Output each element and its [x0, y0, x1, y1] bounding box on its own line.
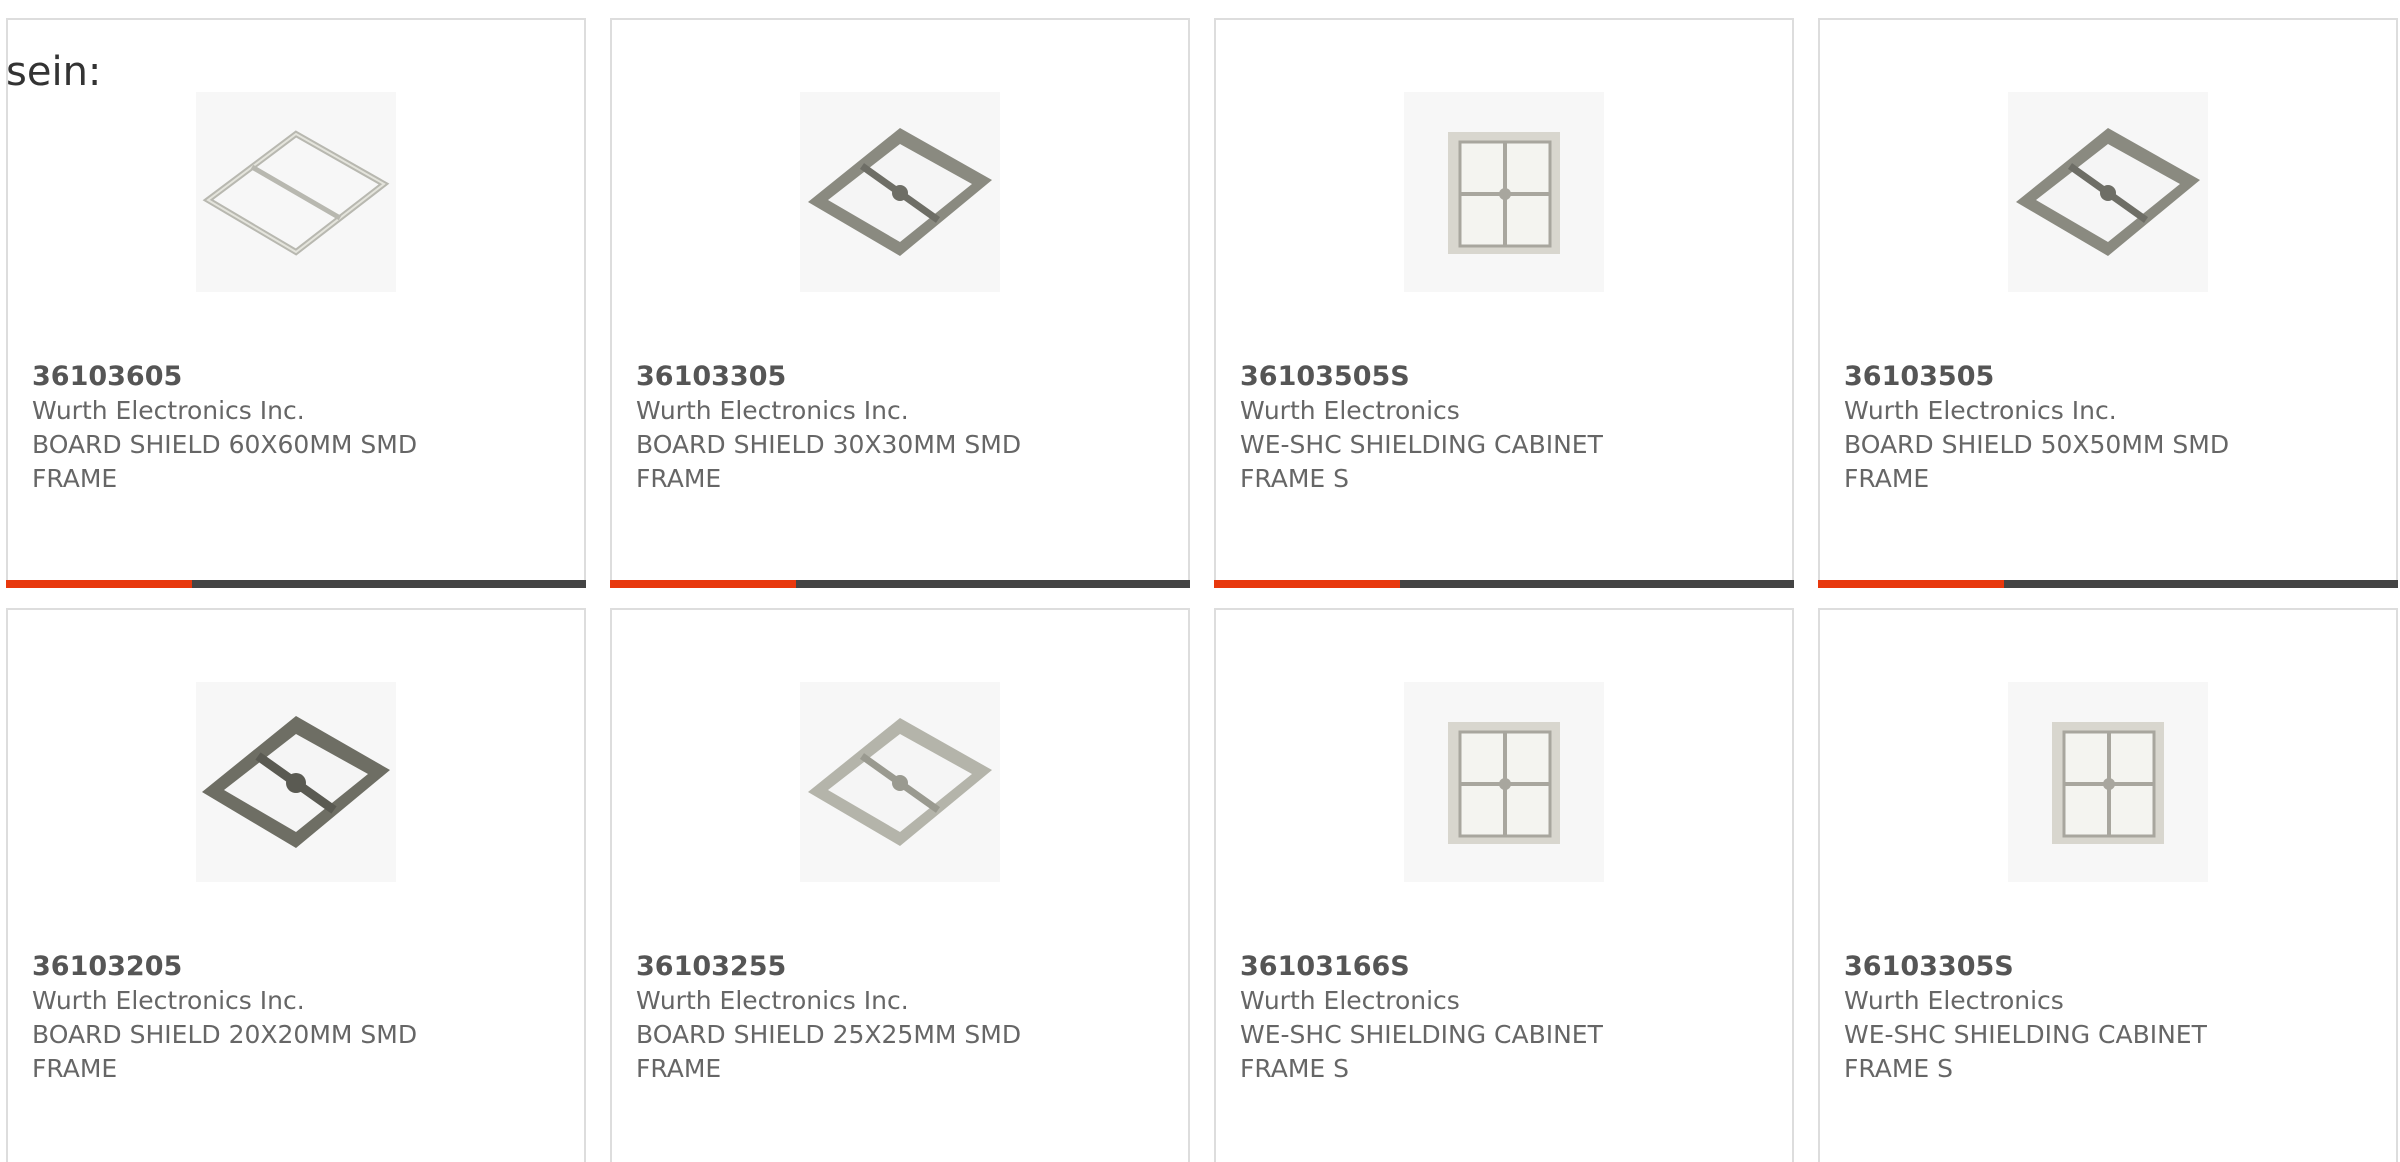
manufacturer: Wurth Electronics Inc. [636, 986, 909, 1015]
product-description: BOARD SHIELD 50X50MM SMD FRAME [1844, 430, 2230, 493]
page: sein: 36103605 Wurth Electronics Inc. BO… [0, 0, 2400, 1162]
product-card[interactable]: 36103505S Wurth Electronics WE-SHC SHIEL… [1214, 18, 1794, 588]
part-number[interactable]: 36103305S [1844, 950, 2364, 984]
product-card[interactable]: 36103605 Wurth Electronics Inc. BOARD SH… [6, 18, 586, 588]
progress-bar-fill [6, 580, 192, 588]
intro-text: sein: [6, 49, 102, 95]
part-number[interactable]: 36103255 [636, 950, 1156, 984]
progress-bar [1214, 580, 1794, 588]
manufacturer: Wurth Electronics Inc. [1844, 396, 2117, 425]
cabinet-frame-icon [1404, 92, 1604, 292]
dark-frame-shield-icon [196, 682, 396, 882]
product-description: WE-SHC SHIELDING CABINET FRAME S [1240, 430, 1603, 493]
part-number[interactable]: 36103605 [32, 360, 552, 394]
product-card[interactable]: 36103255 Wurth Electronics Inc. BOARD SH… [610, 608, 1190, 1162]
cabinet-frame-icon [1404, 682, 1604, 882]
product-card[interactable]: 36103166S Wurth Electronics WE-SHC SHIEL… [1214, 608, 1794, 1162]
part-number[interactable]: 36103166S [1240, 950, 1760, 984]
dark-frame-shield-icon [2008, 92, 2208, 292]
progress-bar-fill [1818, 580, 2004, 588]
product-description: WE-SHC SHIELDING CABINET FRAME S [1844, 1020, 2207, 1083]
dark-frame-shield-icon [800, 92, 1000, 292]
product-description: BOARD SHIELD 25X25MM SMD FRAME [636, 1020, 1022, 1083]
progress-bar-fill [610, 580, 796, 588]
product-card[interactable]: 36103305S Wurth Electronics WE-SHC SHIEL… [1818, 608, 2398, 1162]
part-number[interactable]: 36103505 [1844, 360, 2364, 394]
part-number[interactable]: 36103205 [32, 950, 552, 984]
cabinet-frame-icon [2008, 682, 2208, 882]
manufacturer: Wurth Electronics Inc. [32, 986, 305, 1015]
product-card[interactable]: 36103205 Wurth Electronics Inc. BOARD SH… [6, 608, 586, 1162]
progress-bar [610, 580, 1190, 588]
light-frame-shield-icon [800, 682, 1000, 882]
product-card[interactable]: 36103305 Wurth Electronics Inc. BOARD SH… [610, 18, 1190, 588]
product-description: BOARD SHIELD 30X30MM SMD FRAME [636, 430, 1022, 493]
progress-bar [6, 580, 586, 588]
flat-frame-shield-icon [196, 92, 396, 292]
part-number[interactable]: 36103305 [636, 360, 1156, 394]
manufacturer: Wurth Electronics [1240, 396, 1460, 425]
manufacturer: Wurth Electronics Inc. [636, 396, 909, 425]
manufacturer: Wurth Electronics [1240, 986, 1460, 1015]
product-card[interactable]: 36103505 Wurth Electronics Inc. BOARD SH… [1818, 18, 2398, 588]
product-description: BOARD SHIELD 60X60MM SMD FRAME [32, 430, 418, 493]
product-description: WE-SHC SHIELDING CABINET FRAME S [1240, 1020, 1603, 1083]
progress-bar [1818, 580, 2398, 588]
manufacturer: Wurth Electronics [1844, 986, 2064, 1015]
product-description: BOARD SHIELD 20X20MM SMD FRAME [32, 1020, 418, 1083]
progress-bar-fill [1214, 580, 1400, 588]
manufacturer: Wurth Electronics Inc. [32, 396, 305, 425]
part-number[interactable]: 36103505S [1240, 360, 1760, 394]
